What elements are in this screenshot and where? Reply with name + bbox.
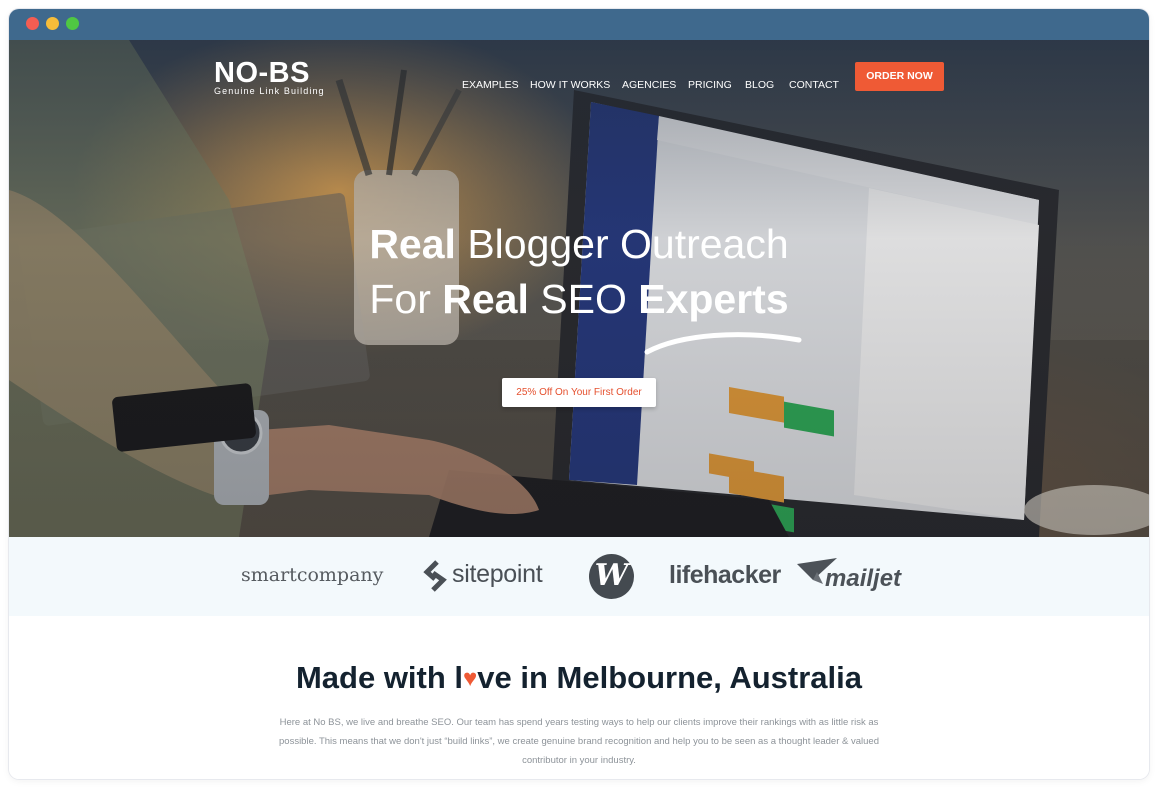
hero-word-real: Real — [369, 221, 456, 267]
nav-pricing[interactable]: PRICING — [688, 79, 732, 91]
hero-headline-line2: For Real SEO Experts — [9, 275, 1149, 323]
order-now-button[interactable]: ORDER NOW — [855, 62, 944, 91]
nav-contact[interactable]: CONTACT — [789, 79, 839, 91]
mailjet-logo: mailjet — [825, 565, 902, 592]
logo-text: NO-BS — [214, 57, 310, 89]
about-title-part2: ve in Melbourne, Australia — [477, 660, 863, 695]
hero-word-experts: Experts — [638, 276, 789, 322]
heart-icon: ♥ — [463, 665, 478, 692]
nav-agencies[interactable]: AGENCIES — [622, 79, 676, 91]
about-title: Made with l♥ve in Melbourne, Australia — [9, 660, 1149, 696]
lifehacker-logo: lifehacker — [669, 561, 781, 589]
sitepoint-logo: sitepoint — [452, 560, 543, 588]
w-logo-icon: W — [589, 554, 634, 599]
hero-headline-line1: Real Blogger Outreach — [9, 220, 1149, 268]
hero-text: SEO — [528, 276, 639, 322]
about-title-part1: Made with l — [295, 660, 464, 695]
hero-text: For — [369, 276, 443, 322]
close-dot[interactable] — [26, 17, 39, 30]
hero-word-real: Real — [442, 276, 529, 322]
nav-examples[interactable]: EXAMPLES — [462, 79, 519, 91]
about-body-text: Here at No BS, we live and breathe SEO. … — [279, 717, 879, 766]
promo-button[interactable]: 25% Off On Your First Order — [502, 378, 656, 407]
smartcompany-logo: smartcompany — [241, 564, 384, 586]
nav-blog[interactable]: BLOG — [745, 79, 774, 91]
minimize-dot[interactable] — [46, 17, 59, 30]
hero-section: NO-BS Genuine Link Building EXAMPLES HOW… — [9, 40, 1149, 537]
logo-tagline: Genuine Link Building — [214, 86, 325, 96]
sitepoint-icon — [423, 560, 447, 592]
maximize-dot[interactable] — [66, 17, 79, 30]
underline-swoosh — [644, 332, 802, 355]
about-section: Made with l♥ve in Melbourne, Australia H… — [9, 616, 1149, 779]
browser-window: NO-BS Genuine Link Building EXAMPLES HOW… — [9, 9, 1149, 779]
hero-text: Blogger Outreach — [455, 221, 789, 267]
window-titlebar — [9, 9, 1149, 40]
press-logos-strip: smartcompany sitepoint W lifehacker mail… — [9, 537, 1149, 616]
site-logo[interactable]: NO-BS Genuine Link Building — [214, 58, 325, 96]
nav-how-it-works[interactable]: HOW IT WORKS — [530, 79, 610, 91]
